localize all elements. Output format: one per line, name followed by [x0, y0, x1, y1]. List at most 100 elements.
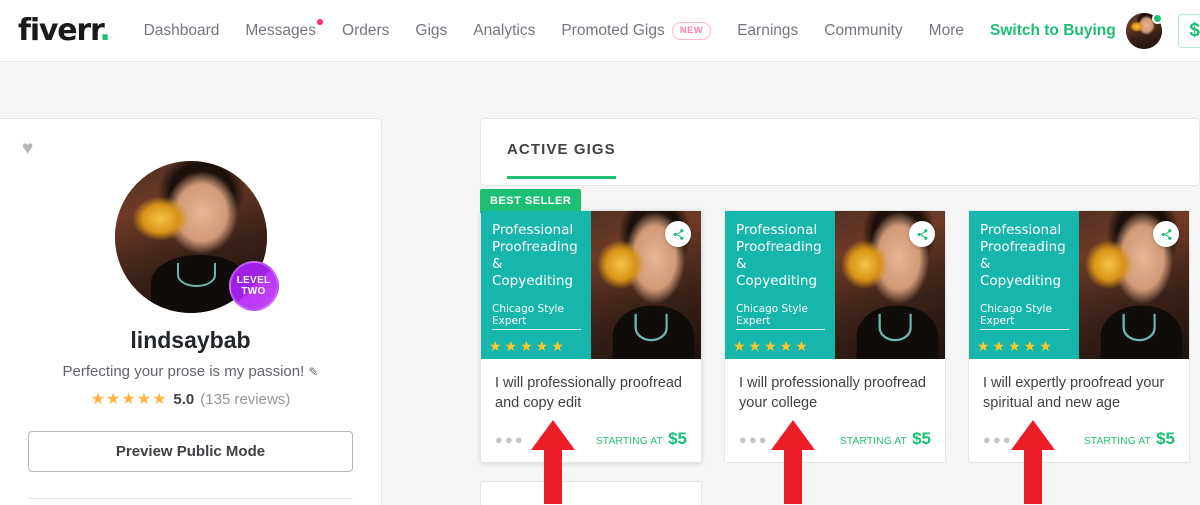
- share-icon[interactable]: [665, 221, 691, 247]
- nav-item-community[interactable]: Community: [824, 22, 902, 40]
- nav-item-label: Gigs: [415, 22, 447, 39]
- gig-thumbnail[interactable]: ProfessionalProofreading& Copyediting Chi…: [969, 211, 1189, 359]
- online-status-dot: [1152, 13, 1163, 24]
- main-nav: Dashboard Messages Orders Gigs Analytics Prom…: [144, 22, 1116, 40]
- favorite-heart-icon[interactable]: ♥: [22, 139, 33, 158]
- preview-public-mode-button[interactable]: Preview Public Mode: [28, 431, 353, 472]
- nav-item-label: Orders: [342, 22, 389, 39]
- gig-price: STARTING AT $5: [1084, 429, 1175, 449]
- level-badge-line1: LEVEL: [237, 275, 271, 286]
- card-divider: [28, 498, 353, 499]
- gig-thumbnail-photo: [591, 211, 701, 359]
- nav-item-earnings[interactable]: Earnings: [737, 22, 798, 40]
- gig-thumbnail-stars: ★★★★★: [977, 338, 1055, 355]
- gig-thumbnail-photo: [835, 211, 945, 359]
- gig-price: STARTING AT $5: [840, 429, 931, 449]
- thumb-title-line: & Copyediting: [492, 256, 573, 289]
- nav-item-messages[interactable]: Messages: [245, 22, 316, 40]
- share-icon[interactable]: [1153, 221, 1179, 247]
- logo-text: fiverr: [18, 13, 99, 48]
- edit-pencil-icon[interactable]: ✎: [308, 365, 318, 379]
- top-navigation-bar: fiverr. Dashboard Messages Orders Gigs Analy…: [0, 0, 1200, 62]
- main-content: ACTIVE GIGS BEST SELLERProfessionalProof…: [480, 118, 1200, 505]
- avatar[interactable]: [1126, 13, 1162, 49]
- seller-tagline: Perfecting your prose is my passion! ✎: [28, 363, 353, 380]
- rating-stars: ★★★★★: [91, 389, 168, 409]
- gig-options-menu-icon[interactable]: ●●●: [983, 432, 1013, 447]
- gig-thumbnail-text-panel: ProfessionalProofreading& CopyeditingChi…: [481, 211, 591, 359]
- gig-thumbnail-photo: [1079, 211, 1189, 359]
- gig-body: I will professionally proofread and copy…: [481, 359, 701, 421]
- seller-profile-card: ♥ LEVEL TWO lindsaybab Perfecting your p…: [0, 118, 382, 505]
- gig-thumbnail-title: ProfessionalProofreading& Copyediting: [492, 222, 581, 290]
- nav-item-promoted-gigs[interactable]: Promoted Gigs NEW: [561, 22, 711, 40]
- price-value: $5: [668, 429, 687, 449]
- tab-active-gigs[interactable]: ACTIVE GIGS: [507, 141, 616, 179]
- gig-thumbnail-text-panel: ProfessionalProofreading& Copyediting Chi…: [969, 211, 1079, 359]
- gig-thumbnail-text-panel: ProfessionalProofreading& CopyeditingChi…: [725, 211, 835, 359]
- gig-options-menu-icon[interactable]: ●●●: [739, 432, 769, 447]
- gig-footer: ●●● STARTING AT $5: [969, 421, 1189, 462]
- gig-footer: ●●● STARTING AT $5: [725, 421, 945, 462]
- gig-body: I will expertly proofread your spiritual…: [969, 359, 1189, 421]
- gig-card[interactable]: ProfessionalProofreading& Copyediting Chi…: [968, 210, 1190, 463]
- thumb-title-line: & Copyediting: [736, 256, 817, 289]
- gig-title[interactable]: I will professionally proofread and copy…: [495, 373, 687, 413]
- thumb-title-line: & Copyediting: [980, 256, 1061, 289]
- thumb-title-line: Proofreading: [980, 239, 1066, 255]
- starting-at-label: STARTING AT: [840, 436, 907, 447]
- balance-button[interactable]: $: [1178, 14, 1200, 48]
- seller-username: lindsaybab: [28, 327, 353, 354]
- starting-at-label: STARTING AT: [596, 436, 663, 447]
- seller-level-badge: LEVEL TWO: [229, 261, 279, 311]
- nav-item-switch-to-buying[interactable]: Switch to Buying: [990, 22, 1116, 40]
- gig-title[interactable]: I will expertly proofread your spiritual…: [983, 373, 1175, 413]
- nav-item-gigs[interactable]: Gigs: [415, 22, 447, 40]
- nav-item-dashboard[interactable]: Dashboard: [144, 22, 220, 40]
- nav-item-orders[interactable]: Orders: [342, 22, 389, 40]
- gig-card[interactable]: ProfessionalProofreading& CopyeditingChi…: [724, 210, 946, 463]
- thumb-title-line: Proofreading: [736, 239, 822, 255]
- header-right-cluster: $: [1126, 13, 1198, 49]
- rating-value: 5.0: [173, 391, 194, 408]
- gig-card[interactable]: BEST SELLERProfessionalProofreading& Cop…: [480, 210, 702, 463]
- profile-picture-wrap: LEVEL TWO: [115, 161, 267, 313]
- gig-footer: ●●● STARTING AT $5: [481, 421, 701, 462]
- gig-body: I will professionally proofread your col…: [725, 359, 945, 421]
- price-value: $5: [912, 429, 931, 449]
- gigs-tabs-card: ACTIVE GIGS: [480, 118, 1200, 186]
- gig-thumbnail-stars: ★★★★★: [489, 338, 567, 355]
- nav-item-more[interactable]: More: [929, 22, 964, 40]
- nav-item-label: Analytics: [473, 22, 535, 39]
- nav-item-label: Earnings: [737, 22, 798, 39]
- nav-item-label: More: [929, 22, 964, 39]
- nav-item-label: Messages: [245, 22, 316, 39]
- gig-grid: BEST SELLERProfessionalProofreading& Cop…: [480, 210, 1200, 463]
- fiverr-logo[interactable]: fiverr.: [18, 16, 110, 46]
- tagline-text: Perfecting your prose is my passion!: [62, 363, 304, 380]
- review-count: (135 reviews): [200, 391, 290, 408]
- price-value: $5: [1156, 429, 1175, 449]
- gig-options-menu-icon[interactable]: ●●●: [495, 432, 525, 447]
- new-badge: NEW: [672, 22, 711, 40]
- thumb-title-line: Professional: [980, 222, 1061, 238]
- nav-item-label: Switch to Buying: [990, 22, 1116, 39]
- gig-card-partial-next-row[interactable]: [480, 481, 702, 505]
- gig-thumbnail[interactable]: ProfessionalProofreading& CopyeditingChi…: [481, 211, 701, 359]
- gig-thumbnail-subtitle: Chicago Style Expert: [736, 303, 825, 330]
- unread-messages-dot: [317, 19, 323, 25]
- gig-thumbnail-subtitle: Chicago Style Expert: [980, 303, 1069, 330]
- gig-title[interactable]: I will professionally proofread your col…: [739, 373, 931, 413]
- thumb-title-line: Professional: [492, 222, 573, 238]
- nav-item-analytics[interactable]: Analytics: [473, 22, 535, 40]
- nav-item-label: Promoted Gigs: [561, 22, 664, 40]
- seller-rating: ★★★★★ 5.0 (135 reviews): [28, 389, 353, 409]
- thumb-title-line: Proofreading: [492, 239, 578, 255]
- share-icon[interactable]: [909, 221, 935, 247]
- level-badge-line2: TWO: [241, 286, 265, 297]
- gig-thumbnail-title: ProfessionalProofreading& Copyediting: [980, 222, 1069, 290]
- gig-thumbnail[interactable]: ProfessionalProofreading& CopyeditingChi…: [725, 211, 945, 359]
- nav-item-label: Community: [824, 22, 902, 39]
- starting-at-label: STARTING AT: [1084, 436, 1151, 447]
- gig-price: STARTING AT $5: [596, 429, 687, 449]
